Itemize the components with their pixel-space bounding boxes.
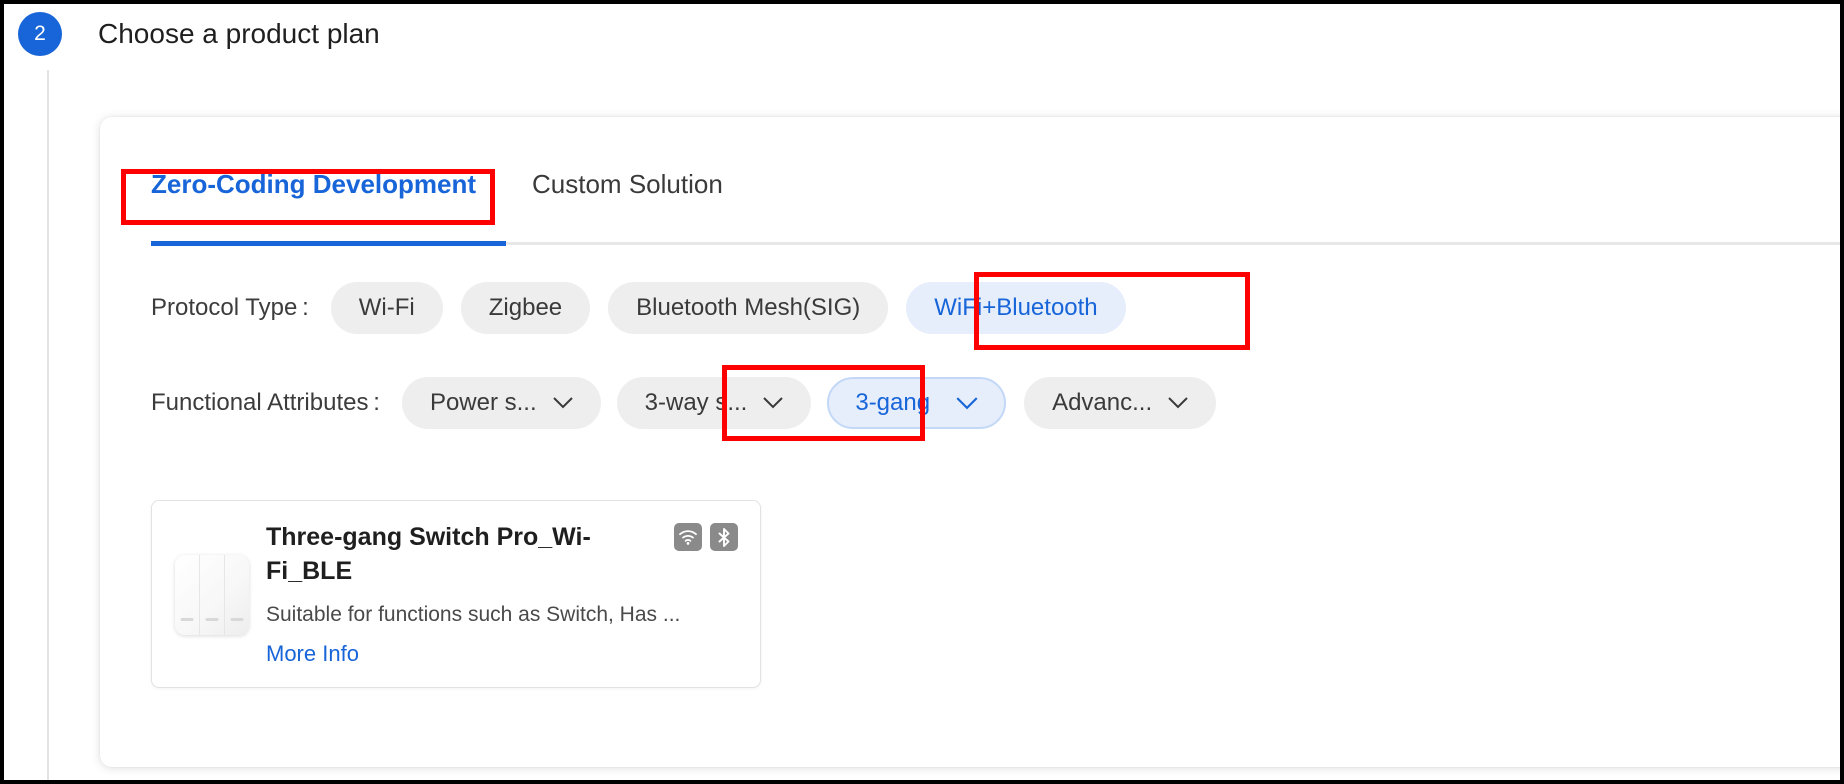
product-description: Suitable for functions such as Switch, H… <box>266 602 681 626</box>
product-plan-panel: Zero-Coding Development Custom Solution … <box>100 117 1840 767</box>
chip-attribute-power-s[interactable]: Power s... <box>401 377 601 429</box>
switch-body <box>175 555 249 635</box>
filter-label-functional-attributes: Functional Attributes : <box>151 389 380 416</box>
product-title: Three-gang Switch Pro_Wi-Fi_BLE <box>266 523 591 585</box>
chip-attribute-3-gang[interactable]: 3-gang <box>827 377 1007 429</box>
filter-row-protocol-type: Protocol Type : Wi-Fi Zigbee Bluetooth M… <box>151 282 1126 334</box>
screenshot-frame: 2 Choose a product plan Zero-Coding Deve… <box>0 0 1844 784</box>
tab-bar: Zero-Coding Development Custom Solution <box>151 169 723 200</box>
filter-row-functional-attributes: Functional Attributes : Power s... 3-way… <box>151 377 1217 429</box>
chip-protocol-wifi[interactable]: Wi-Fi <box>330 282 443 334</box>
step-header: 2 Choose a product plan <box>4 4 380 64</box>
wifi-icon <box>674 523 702 551</box>
switch-gang <box>175 555 199 635</box>
tab-zero-coding-development[interactable]: Zero-Coding Development <box>151 169 476 200</box>
chip-attribute-3-gang-label: 3-gang <box>855 389 931 416</box>
step-number-badge: 2 <box>18 12 62 56</box>
product-badges <box>674 523 738 551</box>
filter-label-protocol-type: Protocol Type : <box>151 294 309 321</box>
step-connector-line <box>47 70 49 780</box>
chip-attribute-advanc[interactable]: Advanc... <box>1024 377 1217 429</box>
page-title: Choose a product plan <box>98 18 380 49</box>
chip-attribute-3-way-s-label: 3-way s... <box>644 389 748 416</box>
tab-active-indicator <box>151 241 506 246</box>
chevron-down-icon <box>956 396 978 410</box>
more-info-link[interactable]: More Info <box>266 641 359 667</box>
tab-custom-solution[interactable]: Custom Solution <box>532 169 723 200</box>
three-gang-switch-image <box>174 541 250 649</box>
switch-gang <box>224 555 249 635</box>
chevron-down-icon <box>552 397 573 409</box>
chip-attribute-power-s-label: Power s... <box>429 389 537 416</box>
chip-attribute-advanc-label: Advanc... <box>1052 389 1153 416</box>
chevron-down-icon <box>1168 397 1188 409</box>
chip-attribute-3-way-s[interactable]: 3-way s... <box>616 377 812 429</box>
page-root: 2 Choose a product plan Zero-Coding Deve… <box>4 4 1840 780</box>
chip-protocol-bluetooth-mesh-sig[interactable]: Bluetooth Mesh(SIG) <box>608 282 889 334</box>
product-info: Three-gang Switch Pro_Wi-Fi_BLE Suitable… <box>266 521 742 669</box>
switch-gang <box>199 555 224 635</box>
chevron-down-icon <box>763 397 784 409</box>
chip-protocol-wifi-bluetooth[interactable]: WiFi+Bluetooth <box>906 282 1126 334</box>
product-card[interactable]: Three-gang Switch Pro_Wi-Fi_BLE Suitable… <box>151 500 761 688</box>
chip-protocol-zigbee[interactable]: Zigbee <box>460 282 591 334</box>
bluetooth-icon <box>710 523 738 551</box>
